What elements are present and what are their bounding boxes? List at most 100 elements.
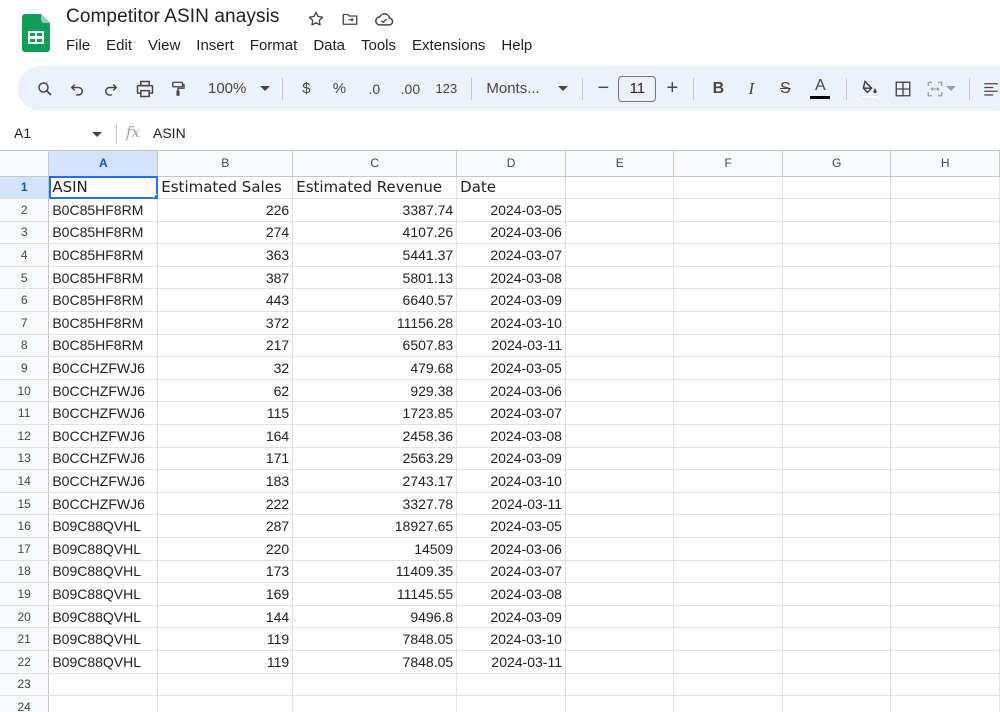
cell[interactable]: [565, 379, 675, 403]
sheets-logo-icon[interactable]: [22, 14, 50, 52]
menu-extensions[interactable]: Extensions: [404, 37, 493, 57]
row-header[interactable]: 22: [0, 650, 50, 674]
cell[interactable]: 2024-03-10: [456, 469, 566, 493]
cell[interactable]: [456, 695, 566, 712]
cell-b1[interactable]: Estimated Sales: [157, 176, 294, 200]
cell[interactable]: [565, 673, 675, 697]
cell[interactable]: [565, 288, 675, 313]
cell[interactable]: [890, 356, 1000, 380]
cell[interactable]: [782, 379, 892, 403]
row-header[interactable]: 11: [0, 401, 50, 426]
text-color-button[interactable]: A: [802, 75, 838, 103]
cell[interactable]: [565, 469, 675, 493]
cell[interactable]: [890, 401, 1000, 426]
cell[interactable]: [673, 627, 783, 651]
cell[interactable]: [890, 311, 1000, 335]
menu-insert[interactable]: Insert: [188, 37, 242, 57]
cell[interactable]: [673, 243, 783, 267]
cell[interactable]: 164: [157, 424, 294, 448]
column-header-d[interactable]: D: [456, 151, 566, 177]
cell[interactable]: [565, 627, 675, 651]
cell[interactable]: [565, 176, 675, 200]
cell[interactable]: [673, 582, 783, 606]
cell[interactable]: [565, 424, 675, 448]
row-header[interactable]: 24: [0, 695, 50, 712]
cell[interactable]: [292, 695, 458, 712]
cell[interactable]: [673, 673, 783, 697]
cell[interactable]: [890, 379, 1000, 403]
cell[interactable]: B09C88QVHL: [48, 582, 159, 606]
increase-font-size-button[interactable]: +: [659, 75, 685, 103]
cell[interactable]: B09C88QVHL: [48, 514, 159, 538]
cell[interactable]: [673, 198, 783, 222]
cell[interactable]: [673, 288, 783, 313]
cell[interactable]: B0CCHZFWJ6: [48, 379, 159, 403]
cell[interactable]: [782, 627, 892, 651]
cell[interactable]: [456, 673, 566, 697]
cell[interactable]: 171: [157, 447, 294, 471]
cell[interactable]: [782, 695, 892, 712]
cell[interactable]: [157, 695, 294, 712]
cell[interactable]: [48, 673, 159, 697]
cell[interactable]: [673, 650, 783, 674]
cell[interactable]: B0CCHZFWJ6: [48, 401, 159, 426]
cell[interactable]: B0C85HF8RM: [48, 334, 159, 358]
cell[interactable]: 183: [157, 469, 294, 493]
increase-decimal-button[interactable]: .00: [391, 75, 429, 103]
cell[interactable]: 2024-03-06: [456, 537, 566, 561]
cell[interactable]: [890, 266, 1000, 290]
cell[interactable]: 2024-03-05: [456, 514, 566, 538]
cell[interactable]: [782, 288, 892, 313]
merge-cells-icon[interactable]: [921, 75, 961, 103]
menu-help[interactable]: Help: [493, 37, 540, 57]
cell[interactable]: 2024-03-11: [456, 492, 566, 516]
formula-input[interactable]: ASIN: [153, 125, 186, 141]
cell[interactable]: 2458.36: [292, 424, 458, 448]
cell[interactable]: 11156.28: [292, 311, 458, 335]
cell[interactable]: [48, 695, 159, 712]
cell[interactable]: 274: [157, 221, 294, 245]
cell[interactable]: 2024-03-06: [456, 379, 566, 403]
cell[interactable]: 2024-03-05: [456, 198, 566, 222]
cell[interactable]: [565, 695, 675, 712]
cell[interactable]: 173: [157, 560, 294, 584]
column-header-a[interactable]: A: [48, 151, 159, 177]
cell[interactable]: 2024-03-11: [456, 650, 566, 674]
cell[interactable]: [565, 311, 675, 335]
row-header[interactable]: 10: [0, 379, 50, 403]
row-header[interactable]: 18: [0, 560, 50, 584]
cell[interactable]: 9496.8: [292, 605, 458, 629]
cell[interactable]: [782, 650, 892, 674]
currency-format-button[interactable]: $: [291, 75, 321, 103]
document-title[interactable]: Competitor ASIN anaysis: [66, 6, 280, 28]
cell[interactable]: [673, 514, 783, 538]
redo-icon[interactable]: [94, 75, 128, 103]
cell[interactable]: 1723.85: [292, 401, 458, 426]
cell[interactable]: [673, 221, 783, 245]
cell[interactable]: [782, 198, 892, 222]
cell[interactable]: [782, 221, 892, 245]
cell[interactable]: 443: [157, 288, 294, 313]
cell[interactable]: 2024-03-05: [456, 356, 566, 380]
cell[interactable]: 2024-03-08: [456, 266, 566, 290]
cell[interactable]: [782, 356, 892, 380]
cell[interactable]: B0CCHZFWJ6: [48, 469, 159, 493]
cell[interactable]: 2563.29: [292, 447, 458, 471]
menu-format[interactable]: Format: [242, 37, 306, 57]
row-header[interactable]: 1: [0, 176, 50, 200]
cell[interactable]: 5441.37: [292, 243, 458, 267]
cell[interactable]: [565, 492, 675, 516]
cell[interactable]: B0C85HF8RM: [48, 221, 159, 245]
cell[interactable]: [890, 605, 1000, 629]
cell[interactable]: 2024-03-09: [456, 605, 566, 629]
cell[interactable]: [890, 650, 1000, 674]
cell[interactable]: [782, 266, 892, 290]
cell[interactable]: [782, 605, 892, 629]
cell[interactable]: [782, 514, 892, 538]
undo-icon[interactable]: [60, 75, 94, 103]
cell[interactable]: [782, 447, 892, 471]
cell[interactable]: 3327.78: [292, 492, 458, 516]
cell[interactable]: 62: [157, 379, 294, 403]
cell[interactable]: 2024-03-07: [456, 401, 566, 426]
cell[interactable]: 363: [157, 243, 294, 267]
